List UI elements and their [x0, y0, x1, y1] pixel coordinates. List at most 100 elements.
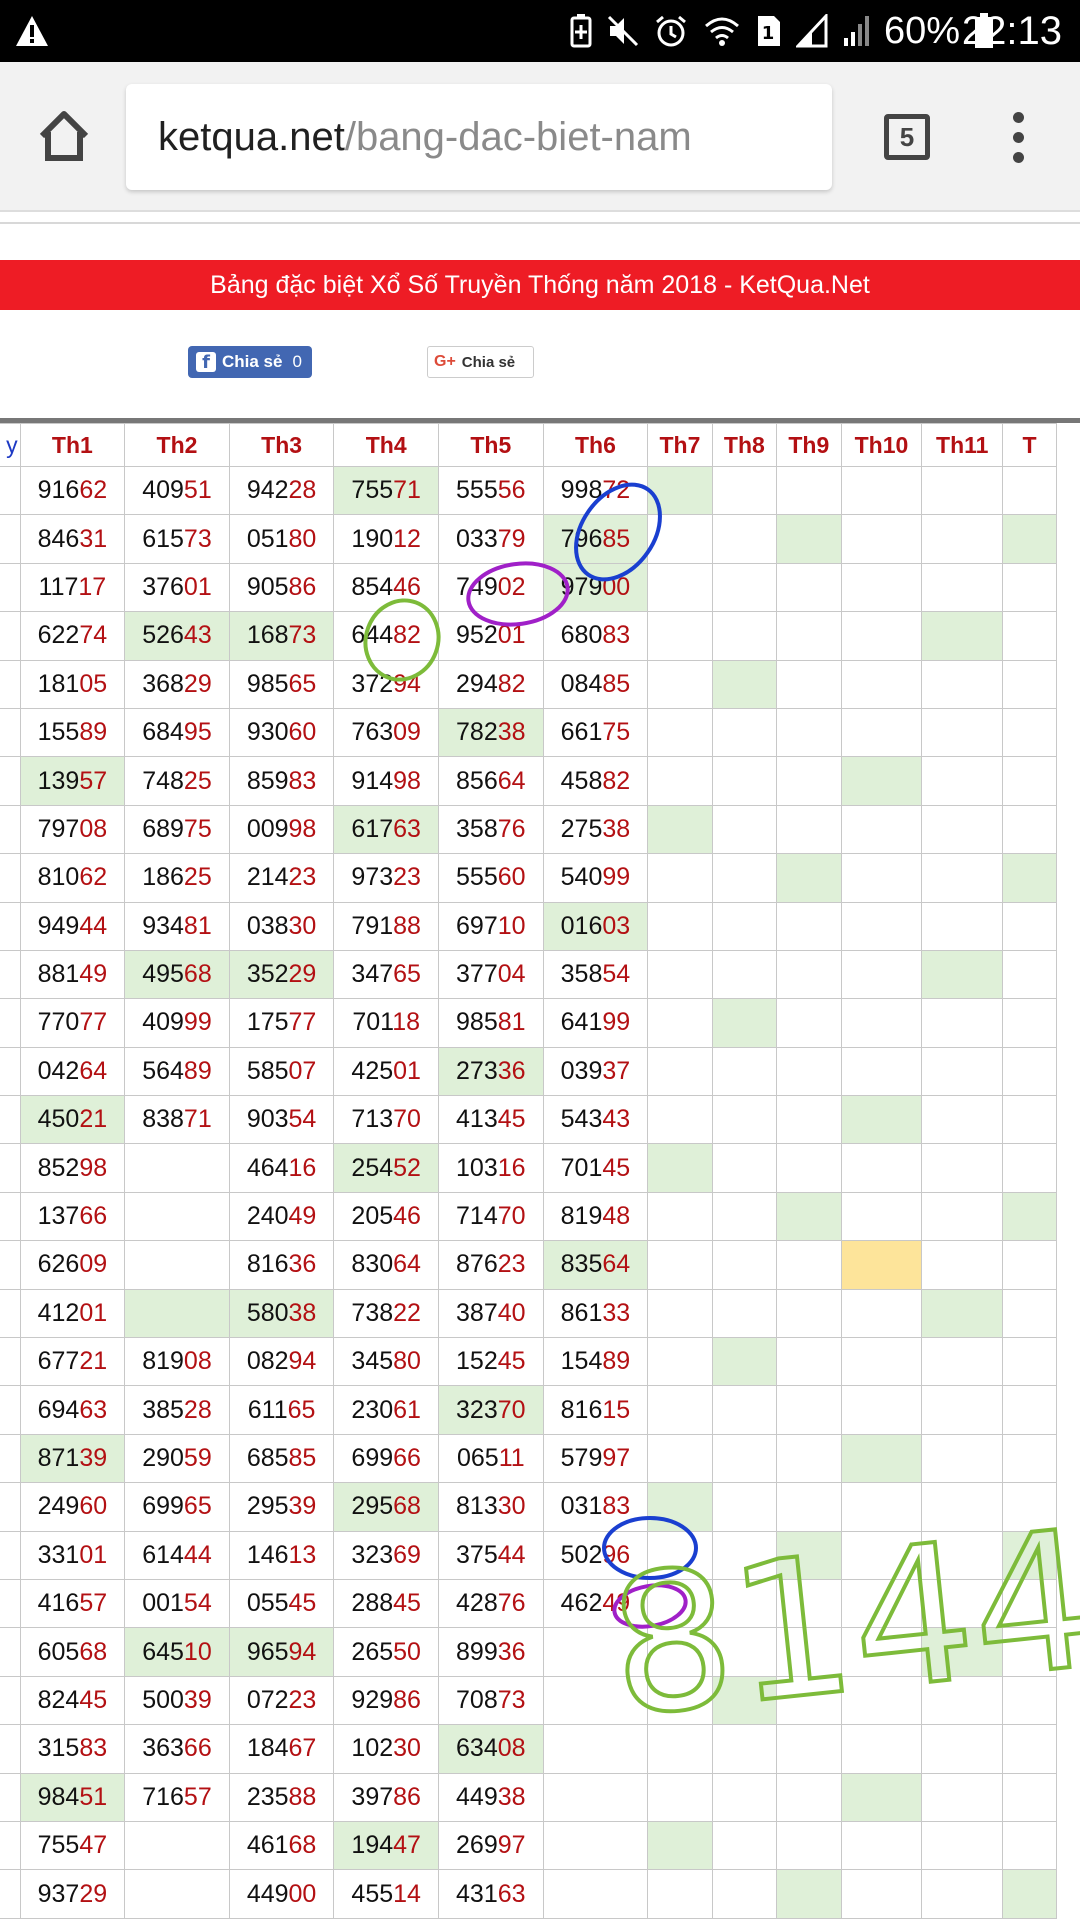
- table-cell: [647, 1578, 713, 1629]
- number-last-two-digits: 66: [183, 1734, 212, 1763]
- number-prefix: 835: [560, 1250, 603, 1279]
- number-last-two-digits: 03: [602, 911, 631, 940]
- number-prefix: 146: [246, 1540, 289, 1569]
- facebook-share-count: 0: [292, 352, 302, 371]
- number-prefix: 934: [142, 911, 184, 940]
- table-cell: [776, 1191, 842, 1242]
- table-cell: [711, 1240, 778, 1290]
- table-cell: [1002, 949, 1057, 1000]
- table-cell: 68975: [124, 804, 230, 855]
- table-cell: [647, 1675, 713, 1726]
- table-cell: 29568: [333, 1482, 439, 1532]
- table-cell: [776, 659, 842, 709]
- table-cell: [711, 998, 778, 1048]
- table-cell: 41201: [19, 1288, 126, 1339]
- table-cell: [840, 659, 923, 709]
- table-row: 45021 83871 90354 71370 41345 54343: [0, 1095, 1057, 1145]
- table-cell-day: [0, 804, 21, 855]
- table-cell: 40999: [124, 998, 230, 1048]
- facebook-share-button[interactable]: f Chia sẻ 0: [188, 346, 312, 378]
- table-cell: 68495: [124, 707, 230, 758]
- number-last-two-digits: 49: [79, 960, 108, 989]
- table-cell: 39786: [333, 1772, 439, 1822]
- number-last-two-digits: 86: [393, 1685, 421, 1714]
- number-last-two-digits: 16: [288, 1153, 317, 1182]
- table-cell: [1002, 1240, 1057, 1290]
- table-cell: 63408: [438, 1724, 544, 1774]
- table-cell: 58507: [228, 1046, 335, 1097]
- table-cell: [1002, 853, 1057, 903]
- table-cell: 50039: [124, 1675, 230, 1726]
- tab-switcher-button[interactable]: 5: [884, 114, 930, 160]
- table-cell: [840, 1578, 923, 1629]
- number-last-two-digits: 15: [602, 1395, 631, 1424]
- number-last-two-digits: 30: [497, 1492, 526, 1521]
- table-cell: [1002, 1675, 1057, 1726]
- number-last-two-digits: 23: [497, 1250, 526, 1279]
- table-cell: 37544: [438, 1530, 544, 1580]
- number-last-two-digits: 45: [79, 1685, 108, 1714]
- number-last-two-digits: 44: [183, 1540, 212, 1569]
- table-header-month: Th8: [711, 423, 778, 467]
- number-last-two-digits: 86: [288, 572, 317, 601]
- number-last-two-digits: 98: [393, 766, 421, 795]
- number-last-two-digits: 23: [393, 863, 421, 892]
- number-last-two-digits: 64: [393, 1250, 421, 1279]
- table-cell: 88149: [19, 949, 126, 1000]
- home-icon[interactable]: [34, 106, 94, 166]
- table-cell-day: [0, 1772, 21, 1822]
- table-cell: 19012: [333, 514, 439, 564]
- table-cell: 94228: [228, 465, 335, 516]
- url-bar[interactable]: ketqua.net/bang-dac-biet-nam: [126, 84, 832, 190]
- number-prefix: 830: [351, 1250, 394, 1279]
- number-prefix: 540: [560, 863, 603, 892]
- number-prefix: 347: [351, 960, 394, 989]
- number-prefix: 376: [142, 572, 184, 601]
- number-prefix: 377: [456, 960, 498, 989]
- table-row: 91662 40951 94228 75571 55556 99872: [0, 465, 1057, 516]
- number-last-two-digits: 33: [602, 1298, 631, 1327]
- table-cell: [124, 1240, 230, 1290]
- number-prefix: 385: [142, 1395, 184, 1424]
- table-cell: 54343: [542, 1095, 649, 1145]
- number-prefix: 611: [247, 1395, 288, 1424]
- alarm-icon: [656, 15, 686, 47]
- table-cell: 74902: [438, 562, 544, 613]
- number-prefix: 409: [142, 1008, 184, 1037]
- google-plus-share-button[interactable]: G+ Chia sẻ: [427, 346, 534, 378]
- number-last-two-digits: 98: [79, 1153, 108, 1182]
- table-cell: 98581: [438, 998, 544, 1048]
- number-prefix: 039: [560, 1056, 603, 1085]
- table-cell: [647, 1191, 713, 1242]
- table-cell: [776, 465, 842, 516]
- overflow-menu-icon[interactable]: [1004, 112, 1034, 164]
- number-prefix: 914: [351, 766, 394, 795]
- table-cell: 50296: [542, 1530, 649, 1580]
- table-row: 98451 71657 23588 39786 44938: [0, 1772, 1057, 1822]
- table-cell: [921, 1820, 1004, 1871]
- table-cell: [1002, 1627, 1057, 1677]
- table-header-month: Th1: [19, 423, 126, 467]
- number-last-two-digits: 68: [183, 960, 212, 989]
- table-cell: [921, 998, 1004, 1048]
- table-cell: 52643: [124, 611, 230, 661]
- table-cell: 15489: [542, 1337, 649, 1387]
- number-prefix: 871: [37, 1444, 80, 1472]
- number-prefix: 876: [456, 1250, 498, 1279]
- number-last-two-digits: 54: [183, 1589, 212, 1618]
- table-cell: 24960: [19, 1482, 126, 1532]
- table-cell: [711, 949, 778, 1000]
- number-last-two-digits: 48: [602, 1202, 631, 1231]
- number-last-two-digits: 07: [288, 1056, 317, 1085]
- number-prefix: 031: [560, 1492, 603, 1521]
- number-prefix: 055: [246, 1589, 289, 1618]
- table-cell: [840, 1530, 923, 1580]
- facebook-share-label: Chia sẻ: [222, 352, 283, 371]
- table-cell: 33101: [19, 1530, 126, 1580]
- table-cell: [647, 1288, 713, 1339]
- number-last-two-digits: 82: [497, 669, 526, 698]
- table-cell: [647, 1869, 713, 1919]
- table-cell: 71370: [333, 1095, 439, 1145]
- special-prize-table-container[interactable]: y Th1 Th2 Th3 Th4 Th5 Th6 Th7 Th8 Th9 Th10 Th11 T 91…: [0, 418, 1080, 1920]
- table-cell: 94944: [19, 901, 126, 951]
